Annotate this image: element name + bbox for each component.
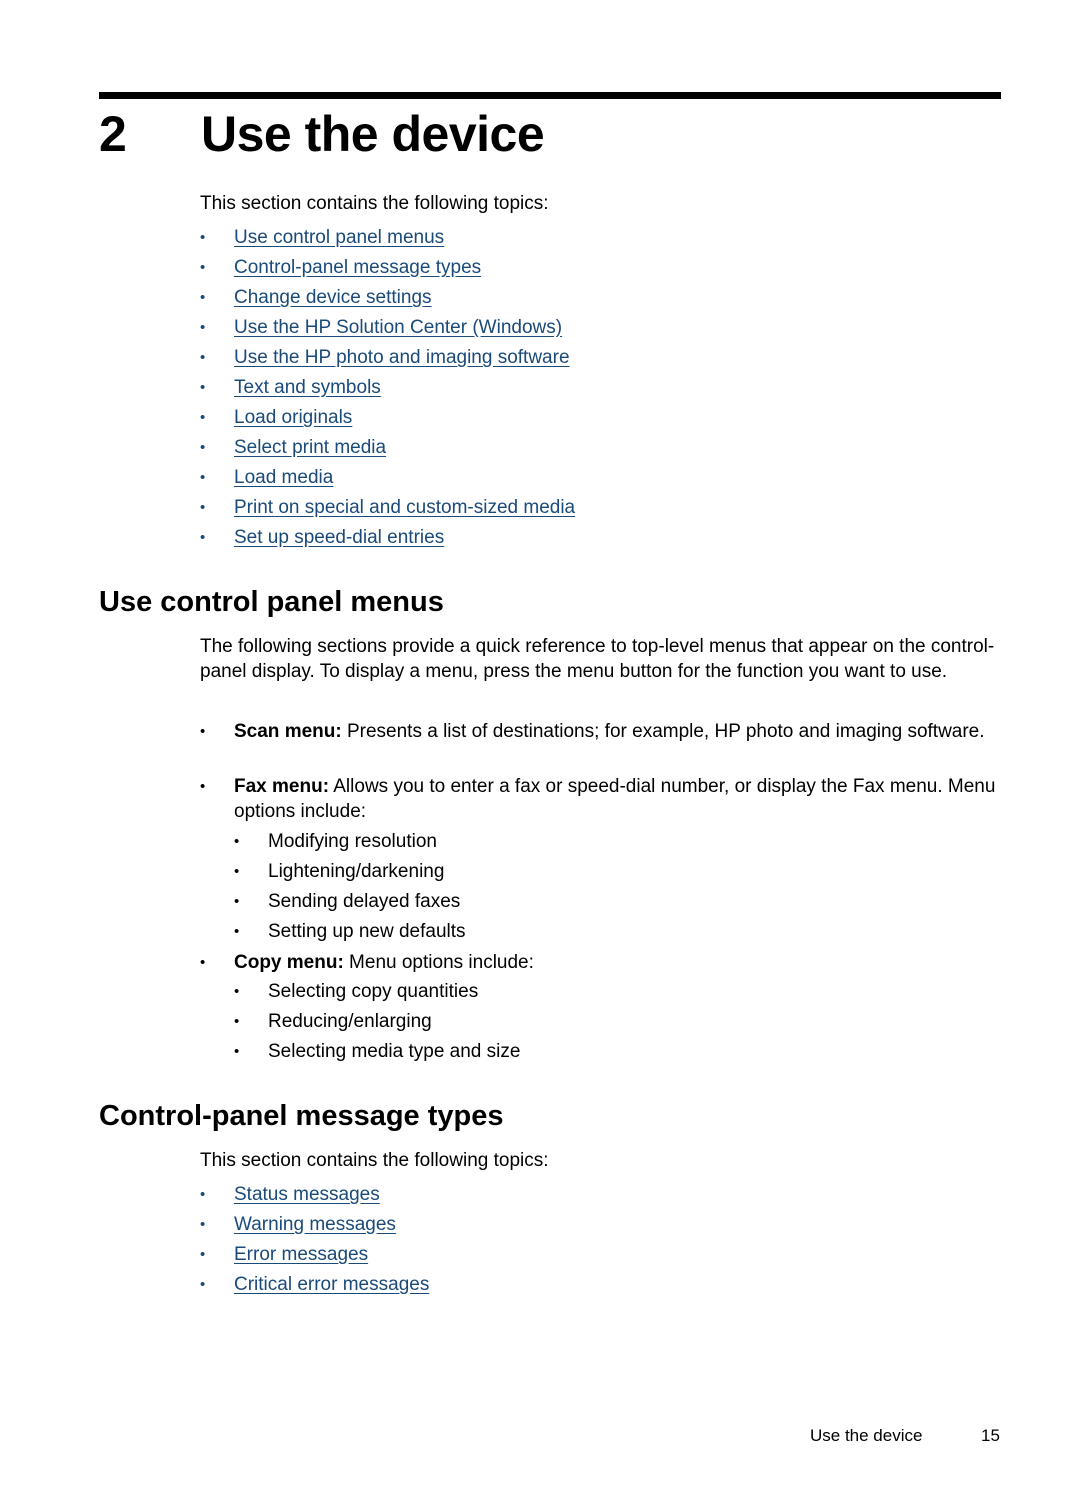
- bullet-icon: •: [234, 893, 240, 910]
- bullet-icon: •: [200, 723, 206, 740]
- topic-link[interactable]: Change device settings: [234, 287, 432, 308]
- topic-link[interactable]: Set up speed-dial entries: [234, 527, 444, 548]
- topic-link[interactable]: Critical error messages: [234, 1274, 429, 1295]
- section-heading-control-panel-menus: Use control panel menus: [99, 586, 444, 618]
- message-topic-list: • Status messages • Warning messages • Erro…: [200, 1180, 429, 1300]
- bullet-icon: •: [200, 349, 206, 366]
- bullet-icon: •: [200, 289, 206, 306]
- topic-link[interactable]: Text and symbols: [234, 377, 381, 398]
- topic-link[interactable]: Load originals: [234, 407, 352, 428]
- bullet-icon: •: [200, 499, 206, 516]
- bullet-icon: •: [200, 379, 206, 396]
- bullet-icon: •: [234, 923, 240, 940]
- topic-link[interactable]: Use the HP Solution Center (Windows): [234, 317, 562, 338]
- topic-item: • Warning messages: [200, 1210, 429, 1240]
- topic-item: • Select print media: [200, 433, 575, 463]
- topic-link[interactable]: Error messages: [234, 1244, 368, 1265]
- chapter-rule: [99, 92, 1001, 99]
- fax-option-item: • Modifying resolution: [234, 827, 437, 857]
- topic-item: • Critical error messages: [200, 1270, 429, 1300]
- menu-item-fax: • Fax menu: Allows you to enter a fax or…: [200, 774, 1006, 824]
- bullet-icon: •: [200, 439, 206, 456]
- copy-option-item: • Selecting copy quantities: [234, 977, 478, 1007]
- topic-link[interactable]: Print on special and custom-sized media: [234, 497, 575, 518]
- bullet-icon: •: [200, 469, 206, 486]
- menu-item-copy: • Copy menu: Menu options include:: [200, 950, 1006, 975]
- bullet-icon: •: [234, 1013, 240, 1030]
- menu-description: Menu options include:: [343, 952, 534, 973]
- menu-description: Allows you to enter a fax or speed-dial …: [234, 776, 996, 822]
- intro-topic-list: • Use control panel menus • Control-panel …: [200, 223, 575, 553]
- copy-option-item: • Reducing/enlarging: [234, 1007, 432, 1037]
- bullet-icon: •: [234, 983, 240, 1000]
- section2-intro-text: This section contains the following topi…: [200, 1150, 549, 1171]
- topic-link[interactable]: Use control panel menus: [234, 227, 444, 248]
- topic-link[interactable]: Use the HP photo and imaging software: [234, 347, 570, 368]
- bullet-icon: •: [200, 319, 206, 336]
- topic-link[interactable]: Status messages: [234, 1184, 380, 1205]
- topic-item: • Text and symbols: [200, 373, 575, 403]
- menu-label: Scan menu:: [234, 721, 342, 742]
- bullet-icon: •: [200, 1186, 206, 1203]
- bullet-icon: •: [200, 229, 206, 246]
- menu-item-scan: • Scan menu: Presents a list of destinat…: [200, 719, 1006, 744]
- topic-link[interactable]: Warning messages: [234, 1214, 396, 1235]
- bullet-icon: •: [234, 863, 240, 880]
- bullet-icon: •: [200, 529, 206, 546]
- bullet-icon: •: [200, 1216, 206, 1233]
- section-paragraph: The following sections provide a quick r…: [200, 636, 995, 682]
- footer-title: Use the device: [810, 1426, 923, 1445]
- page-number: 15: [981, 1426, 1000, 1445]
- topic-item: • Use control panel menus: [200, 223, 575, 253]
- topic-item: • Control-panel message types: [200, 253, 575, 283]
- intro-text: This section contains the following topi…: [200, 193, 549, 214]
- fax-option-item: • Lightening/darkening: [234, 857, 444, 887]
- topic-item: • Use the HP Solution Center (Windows): [200, 313, 575, 343]
- fax-option-item: • Setting up new defaults: [234, 917, 466, 947]
- topic-item: • Status messages: [200, 1180, 429, 1210]
- bullet-icon: •: [200, 259, 206, 276]
- topic-item: • Load media: [200, 463, 575, 493]
- bullet-icon: •: [200, 409, 206, 426]
- topic-item: • Use the HP photo and imaging software: [200, 343, 575, 373]
- bullet-icon: •: [200, 778, 206, 795]
- topic-item: • Change device settings: [200, 283, 575, 313]
- copy-option-item: • Selecting media type and size: [234, 1037, 520, 1067]
- topic-link[interactable]: Control-panel message types: [234, 257, 481, 278]
- topic-link[interactable]: Select print media: [234, 437, 386, 458]
- section-heading-message-types: Control-panel message types: [99, 1100, 504, 1132]
- fax-option-item: • Sending delayed faxes: [234, 887, 460, 917]
- topic-item: • Error messages: [200, 1240, 429, 1270]
- menu-description: Presents a list of destinations; for exa…: [341, 721, 985, 742]
- topic-item: • Print on special and custom-sized media: [200, 493, 575, 523]
- menu-label: Copy menu:: [234, 952, 344, 973]
- bullet-icon: •: [234, 833, 240, 850]
- topic-item: • Load originals: [200, 403, 575, 433]
- chapter-title: Use the device: [201, 106, 545, 162]
- bullet-icon: •: [234, 1043, 240, 1060]
- bullet-icon: •: [200, 954, 206, 971]
- menu-label: Fax menu:: [234, 776, 330, 797]
- chapter-number: 2: [99, 106, 127, 162]
- topic-item: • Set up speed-dial entries: [200, 523, 575, 553]
- bullet-icon: •: [200, 1276, 206, 1293]
- bullet-icon: •: [200, 1246, 206, 1263]
- topic-link[interactable]: Load media: [234, 467, 333, 488]
